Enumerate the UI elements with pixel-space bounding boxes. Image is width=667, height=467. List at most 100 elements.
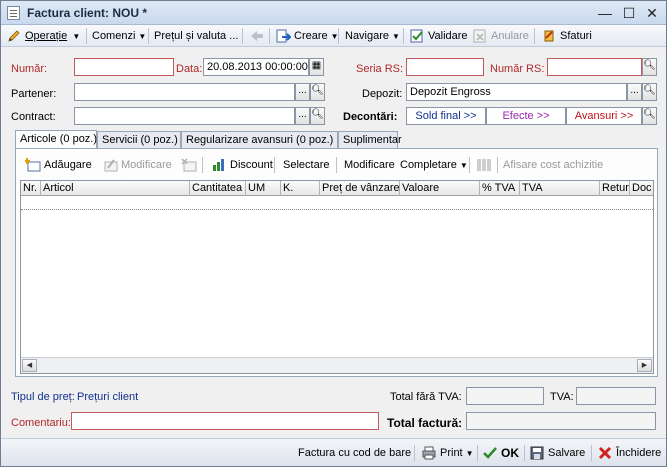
add-row-icon xyxy=(24,157,41,173)
close-button[interactable]: ✕ xyxy=(642,4,662,22)
create-document-icon xyxy=(275,28,293,44)
depozit-input[interactable]: Depozit Engross xyxy=(406,83,627,101)
adaugare-button[interactable]: Adăugare xyxy=(22,154,95,176)
creare-menu[interactable]: Creare ▼ xyxy=(272,25,342,47)
calendar-button[interactable]: ▦ xyxy=(309,58,324,76)
numar-rs-input[interactable] xyxy=(547,58,642,76)
scroll-right-button[interactable]: ▶ xyxy=(637,359,652,372)
search-icon: 🔍︎ xyxy=(311,109,324,120)
numar-rs-search-button[interactable]: 🔍︎ xyxy=(642,58,657,76)
toolbar-separator xyxy=(414,445,415,461)
data-input[interactable]: 20.08.2013 00:00:00 xyxy=(203,58,309,76)
contract-input[interactable] xyxy=(74,107,295,125)
toolbar-separator xyxy=(242,28,243,44)
salvare-button[interactable]: Salvare xyxy=(526,444,588,462)
tip-pret-label: Tipul de preț: xyxy=(11,391,75,403)
column-header-nr[interactable]: Nr. xyxy=(21,181,41,196)
completare-menu[interactable]: Completare ▼ xyxy=(397,154,471,176)
anulare-button[interactable]: Anulare xyxy=(469,25,532,47)
checkmark-icon xyxy=(482,445,498,461)
avansuri-link[interactable]: Avansuri >> xyxy=(566,107,642,125)
comenzi-menu[interactable]: Comenzi ▼ xyxy=(89,25,149,47)
print-menu[interactable]: Print ▼ xyxy=(418,444,477,462)
toolbar-separator xyxy=(534,28,535,44)
toolbar-separator xyxy=(524,445,525,461)
column-header-valoare[interactable]: Valoare xyxy=(400,181,480,196)
validare-button[interactable]: Validare xyxy=(406,25,471,47)
discount-icon xyxy=(211,157,227,173)
sold-final-link[interactable]: Sold final >> xyxy=(406,107,486,125)
back-button[interactable] xyxy=(246,25,268,47)
main-toolbar: Operație ▼ Comenzi ▼ Prețul și valuta ..… xyxy=(1,25,666,47)
inchidere-button[interactable]: Închidere xyxy=(594,444,664,462)
toolbar-separator xyxy=(403,28,404,44)
total-factura-field xyxy=(466,412,656,430)
scroll-left-button[interactable]: ◀ xyxy=(22,359,37,372)
delete-row-button[interactable] xyxy=(178,154,200,176)
maximize-button[interactable]: ☐ xyxy=(619,4,639,22)
decontari-search-button[interactable]: 🔍︎ xyxy=(642,107,657,125)
tva-field xyxy=(576,387,656,405)
toolbar-separator xyxy=(269,28,270,44)
numar-input[interactable] xyxy=(74,58,174,76)
inchidere-label: Închidere xyxy=(616,447,662,459)
afisare-cost-button[interactable]: Afisare cost achizitie xyxy=(500,154,606,176)
modificare-menu[interactable]: Modificare xyxy=(341,154,398,176)
discount-label: Discount xyxy=(230,159,273,171)
selectare-button[interactable]: Selectare xyxy=(280,154,332,176)
column-header-procent-tva[interactable]: % TVA xyxy=(480,181,520,196)
invoice-window: Factura client: NOU * — ☐ ✕ Operație ▼ C… xyxy=(0,0,667,467)
search-icon: 🔍︎ xyxy=(643,60,656,71)
pret-valuta-label: Prețul și valuta ... xyxy=(154,30,239,42)
discount-button[interactable]: Discount xyxy=(208,154,276,176)
seria-rs-input[interactable] xyxy=(406,58,484,76)
cancel-document-icon xyxy=(472,28,488,44)
barcode-button[interactable] xyxy=(473,154,495,176)
barcode-icon xyxy=(476,157,492,173)
depozit-search-button[interactable]: 🔍︎ xyxy=(642,83,657,101)
selectare-label: Selectare xyxy=(283,159,330,171)
toolbar-separator xyxy=(469,157,470,173)
column-header-k[interactable]: K. xyxy=(281,181,320,196)
column-header-articol[interactable]: Articol xyxy=(41,181,190,196)
total-factura-label: Total factură: xyxy=(387,416,463,430)
grid-new-row[interactable] xyxy=(21,196,653,210)
operatie-menu[interactable]: Operație ▼ xyxy=(3,25,83,47)
column-header-doc[interactable]: Doc xyxy=(630,181,653,196)
operatie-label: Operație xyxy=(25,30,68,42)
contract-browse-button[interactable]: ... xyxy=(295,107,310,125)
document-icon xyxy=(7,6,20,20)
column-header-um[interactable]: UM xyxy=(246,181,281,196)
toolbar-separator xyxy=(477,445,478,461)
navigare-menu[interactable]: Navigare ▼ xyxy=(342,25,403,47)
ok-button[interactable]: OK xyxy=(479,444,522,462)
contract-label: Contract: xyxy=(11,111,56,123)
tab-suplimentar[interactable]: Suplimentar xyxy=(338,131,402,149)
tab-articole[interactable]: Articole (0 poz.) xyxy=(15,130,97,149)
toolbar-separator xyxy=(86,28,87,44)
column-header-cantitatea[interactable]: Cantitatea xyxy=(190,181,246,196)
tab-regularizare-avansuri[interactable]: Regularizare avansuri (0 poz.) xyxy=(181,131,338,149)
pret-valuta-button[interactable]: Prețul și valuta ... xyxy=(151,25,241,47)
sfaturi-button[interactable]: Sfaturi xyxy=(538,25,595,47)
column-header-retur[interactable]: Retur xyxy=(600,181,630,196)
modificare-disabled-button[interactable]: Modificare xyxy=(99,154,175,176)
depozit-browse-button[interactable]: ... xyxy=(627,83,642,101)
minimize-button[interactable]: — xyxy=(595,4,615,22)
save-icon xyxy=(529,445,545,461)
total-fara-tva-field xyxy=(466,387,544,405)
tip-pret-value[interactable]: Prețuri client xyxy=(77,391,138,403)
partener-search-button[interactable]: 🔍︎ xyxy=(310,83,325,101)
validare-label: Validare xyxy=(428,30,468,42)
contract-search-button[interactable]: 🔍︎ xyxy=(310,107,325,125)
column-header-tva[interactable]: TVA xyxy=(520,181,600,196)
column-header-pret-vanzare[interactable]: Preț de vânzare xyxy=(320,181,400,196)
articles-grid[interactable]: Nr. Articol Cantitatea UM K. Preț de vân… xyxy=(20,180,654,374)
partener-input[interactable] xyxy=(74,83,295,101)
efecte-link[interactable]: Efecte >> xyxy=(486,107,566,125)
cod-bare-button[interactable]: Factura cu cod de bare xyxy=(295,444,414,462)
partener-browse-button[interactable]: ... xyxy=(295,83,310,101)
tab-servicii[interactable]: Servicii (0 poz.) xyxy=(97,131,181,149)
comentariu-input[interactable] xyxy=(71,412,379,430)
horizontal-scrollbar[interactable]: ◀ ▶ xyxy=(21,357,653,373)
